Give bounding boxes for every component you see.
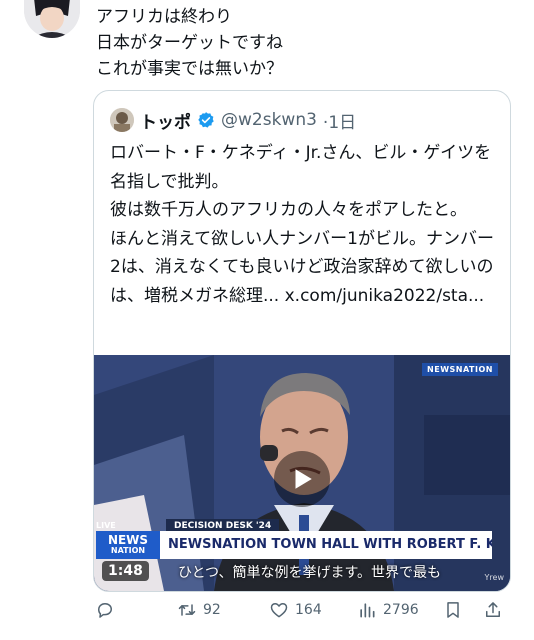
video-subtitle: ひとつ、簡単な例を挙げます。世界で最も [178,565,442,581]
heart-icon [270,603,288,618]
video-watermark: Yrew [484,573,504,582]
lower-third-banner: NEWSNATION TOWN HALL WITH ROBERT F. KENN… [160,531,492,559]
play-button[interactable] [274,451,330,507]
quoted-author-handle[interactable]: @w2skwn3 [221,110,317,130]
quoted-post[interactable]: トッポ @w2skwn3 ·1日 ロバート・F・ケネディ・Jr.さん、ビル・ゲイ… [93,90,511,592]
quoted-author-name[interactable]: トッポ [140,108,191,133]
bookmark-icon [447,602,459,618]
quoted-post-text: ロバート・F・ケネディ・Jr.さん、ビル・ゲイツを名指しで批判。 彼は数千万人の… [110,143,494,306]
action-bar: 92 164 2796 [93,596,513,624]
retweet-icon [178,604,196,616]
views-count: 2796 [383,602,419,618]
like-button[interactable]: 164 [269,596,322,624]
avatar[interactable] [24,0,80,38]
logo-line-1: NEWS [107,533,149,547]
analytics-icon [360,603,375,618]
share-icon [486,602,500,617]
quoted-avatar[interactable] [110,108,134,132]
quoted-post-header: トッポ @w2skwn3 ·1日 [110,107,356,133]
quoted-timestamp[interactable]: ·1日 [323,108,356,133]
newsnation-logo: NEWS NATION [96,531,160,559]
play-icon [295,469,312,489]
reply-icon [98,603,112,618]
bookmark-button[interactable] [443,596,463,624]
live-tag: LIVE [96,521,116,530]
video-duration: 1:48 [102,561,149,581]
corner-channel-logo: NEWSNATION [422,363,498,376]
retweet-button[interactable]: 92 [177,596,221,624]
like-count: 164 [295,602,322,618]
reply-button[interactable] [95,596,121,624]
views-button[interactable]: 2796 [357,596,419,624]
video-player[interactable]: NEWSNATION DECISION DESK '24 LIVE NEWS N… [94,355,510,591]
verified-badge-icon [198,112,214,128]
logo-line-2: NATION [110,546,146,555]
share-button[interactable] [483,596,503,624]
post-text: アフリカは終わり 日本がターゲットですね これが事実では無いか？ [96,7,283,79]
retweet-count: 92 [203,602,221,618]
